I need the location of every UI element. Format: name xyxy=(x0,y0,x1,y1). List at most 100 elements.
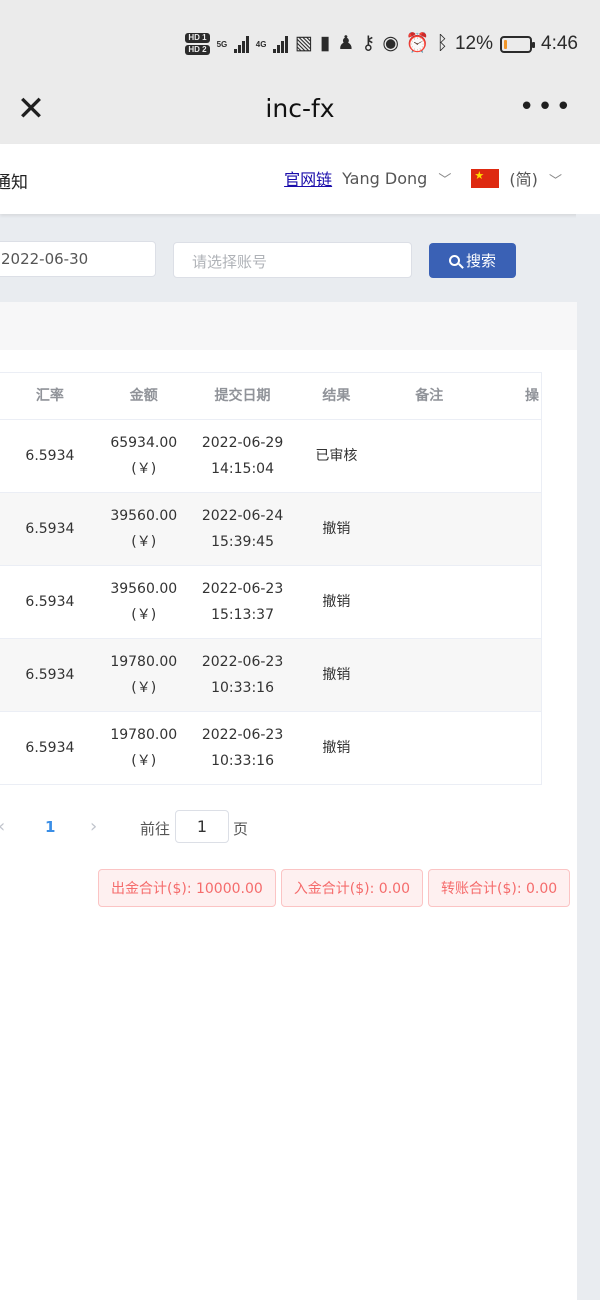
amount-currency: (￥) xyxy=(131,534,157,550)
result-cell: 撤销 xyxy=(322,594,351,610)
records-table: 汇率 金额 提交日期 结果 备注 操 6.5934 65934.00 (￥) 2… xyxy=(0,372,542,785)
eye-icon: ◉ xyxy=(382,33,399,54)
signal-5g-icon xyxy=(234,35,249,53)
user-menu[interactable]: Yang Dong ﹀ xyxy=(342,169,451,188)
page-number-active[interactable]: 1 xyxy=(45,818,55,836)
bluetooth-icon: ᛒ xyxy=(436,33,448,54)
time-value: 10:33:16 xyxy=(211,680,274,696)
page-suffix: 页 xyxy=(233,820,249,838)
transfer-total-badge: 转账合计($): 0.00 xyxy=(427,869,571,907)
amount-currency: (￥) xyxy=(131,680,157,696)
note-cell xyxy=(375,712,483,784)
prev-page-icon[interactable]: ‹ xyxy=(0,816,5,837)
time-value: 14:15:04 xyxy=(211,461,274,477)
battery-percent: 12% xyxy=(454,33,494,54)
notice-menu-item[interactable]: 通知 xyxy=(0,168,28,193)
col-note: 备注 xyxy=(415,388,444,404)
date-cell: 2022-06-23 10:33:16 xyxy=(188,639,298,711)
language-select[interactable]: (简) ﹀ xyxy=(509,166,562,190)
goto-page-input[interactable]: 1 xyxy=(175,810,229,843)
amount-currency: (￥) xyxy=(131,461,157,477)
col-result: 结果 xyxy=(322,388,351,404)
content-card: 汇率 金额 提交日期 结果 备注 操 6.5934 65934.00 (￥) 2… xyxy=(0,302,577,1300)
date-value: 2022-06-29 xyxy=(201,435,284,451)
amount-currency: (￥) xyxy=(131,607,157,623)
amount-cell: 19780.00 (￥) xyxy=(100,712,188,784)
note-cell xyxy=(375,566,483,638)
table-row: 6.5934 19780.00 (￥) 2022-06-23 10:33:16 … xyxy=(0,639,541,712)
nav-bar: ✕ inc-fx ••• xyxy=(0,80,600,144)
action-cell xyxy=(483,493,541,565)
action-cell xyxy=(483,639,541,711)
date-cell: 2022-06-24 15:39:45 xyxy=(188,493,298,565)
signal-5g-label: 5G xyxy=(216,39,228,49)
time-value: 15:39:45 xyxy=(211,534,274,550)
withdraw-total-badge: 出金合计($): 10000.00 xyxy=(98,869,276,907)
header-right: 官网链 Yang Dong ﹀ (简) ﹀ xyxy=(284,166,562,190)
table-row: 6.5934 39560.00 (￥) 2022-06-23 15:13:37 … xyxy=(0,566,541,639)
col-submit-date: 提交日期 xyxy=(214,388,271,404)
more-icon[interactable]: ••• xyxy=(519,94,574,120)
action-cell xyxy=(483,566,541,638)
app-header: 通知 官网链 Yang Dong ﹀ (简) ﹀ xyxy=(0,144,600,214)
user-name: Yang Dong xyxy=(342,168,428,188)
chevron-down-icon: ﹀ xyxy=(548,174,562,189)
official-site-link[interactable]: 官网链 xyxy=(284,166,332,190)
amount-value: 19780.00 xyxy=(110,654,178,670)
clock: 4:46 xyxy=(541,33,578,54)
data-icon: ▧ xyxy=(294,33,313,54)
date-input[interactable]: 2022-06-30 xyxy=(0,241,156,277)
rate-cell: 6.5934 xyxy=(25,740,75,756)
page-title: inc-fx xyxy=(265,94,335,123)
amount-value: 65934.00 xyxy=(110,435,178,451)
result-cell: 已审核 xyxy=(315,448,358,464)
deposit-total-badge: 入金合计($): 0.00 xyxy=(280,869,423,907)
pagination: ‹ 1 › 前往 1 页 xyxy=(0,810,300,844)
amount-cell: 39560.00 (￥) xyxy=(100,566,188,638)
status-bar: HD 1 HD 2 5G 4G ▧ ▮ ♟ ⚷ ◉ ⏰ ᛒ 12% 4:46 xyxy=(0,0,600,80)
amount-currency: (￥) xyxy=(131,753,157,769)
rate-cell: 6.5934 xyxy=(25,521,75,537)
table-header-row: 汇率 金额 提交日期 结果 备注 操 xyxy=(0,373,541,420)
next-page-icon[interactable]: › xyxy=(90,816,97,837)
date-cell: 2022-06-23 15:13:37 xyxy=(188,566,298,638)
rate-cell: 6.5934 xyxy=(25,448,75,464)
amount-value: 39560.00 xyxy=(110,508,178,524)
table-row: 6.5934 39560.00 (￥) 2022-06-24 15:39:45 … xyxy=(0,493,541,566)
note-cell xyxy=(375,493,483,565)
hd1-badge: HD 1 xyxy=(185,33,210,43)
amount-value: 39560.00 xyxy=(110,581,178,597)
search-button[interactable]: 搜索 xyxy=(429,243,516,278)
col-amount: 金额 xyxy=(129,388,158,404)
totals-bar: 出金合计($): 10000.00 入金合计($): 0.00 转账合计($):… xyxy=(98,869,571,907)
action-cell xyxy=(483,420,541,492)
cn-flag-icon[interactable] xyxy=(471,168,500,188)
goto-label: 前往 xyxy=(140,820,171,838)
language-label: (简) xyxy=(509,170,538,189)
date-cell: 2022-06-29 14:15:04 xyxy=(188,420,298,492)
note-cell xyxy=(375,639,483,711)
key-icon: ⚷ xyxy=(361,33,376,54)
battery-icon xyxy=(500,35,536,53)
rate-cell: 6.5934 xyxy=(25,667,75,683)
signal-4g-icon xyxy=(273,35,288,53)
date-value: 2022-06-23 xyxy=(201,581,284,597)
result-cell: 撤销 xyxy=(322,740,351,756)
note-cell xyxy=(375,420,483,492)
table-row: 6.5934 65934.00 (￥) 2022-06-29 14:15:04 … xyxy=(0,420,541,493)
action-cell xyxy=(483,712,541,784)
result-cell: 撤销 xyxy=(322,667,351,683)
chevron-down-icon: ﹀ xyxy=(438,172,452,188)
search-button-label: 搜索 xyxy=(465,252,496,270)
alarm-icon: ⏰ xyxy=(405,33,430,54)
date-cell: 2022-06-23 10:33:16 xyxy=(188,712,298,784)
date-value: 2022-06-24 xyxy=(201,508,284,524)
amount-cell: 39560.00 (￥) xyxy=(100,493,188,565)
col-action: 操 xyxy=(525,388,539,404)
date-value: 2022-06-23 xyxy=(201,654,284,670)
account-select[interactable]: 请选择账号 xyxy=(173,242,412,278)
amount-cell: 19780.00 (￥) xyxy=(100,639,188,711)
hd2-badge: HD 2 xyxy=(185,45,210,55)
card-header xyxy=(0,302,577,350)
status-icons: HD 1 HD 2 5G 4G ▧ ▮ ♟ ⚷ ◉ ⏰ ᛒ 12% 4:46 xyxy=(185,28,578,60)
